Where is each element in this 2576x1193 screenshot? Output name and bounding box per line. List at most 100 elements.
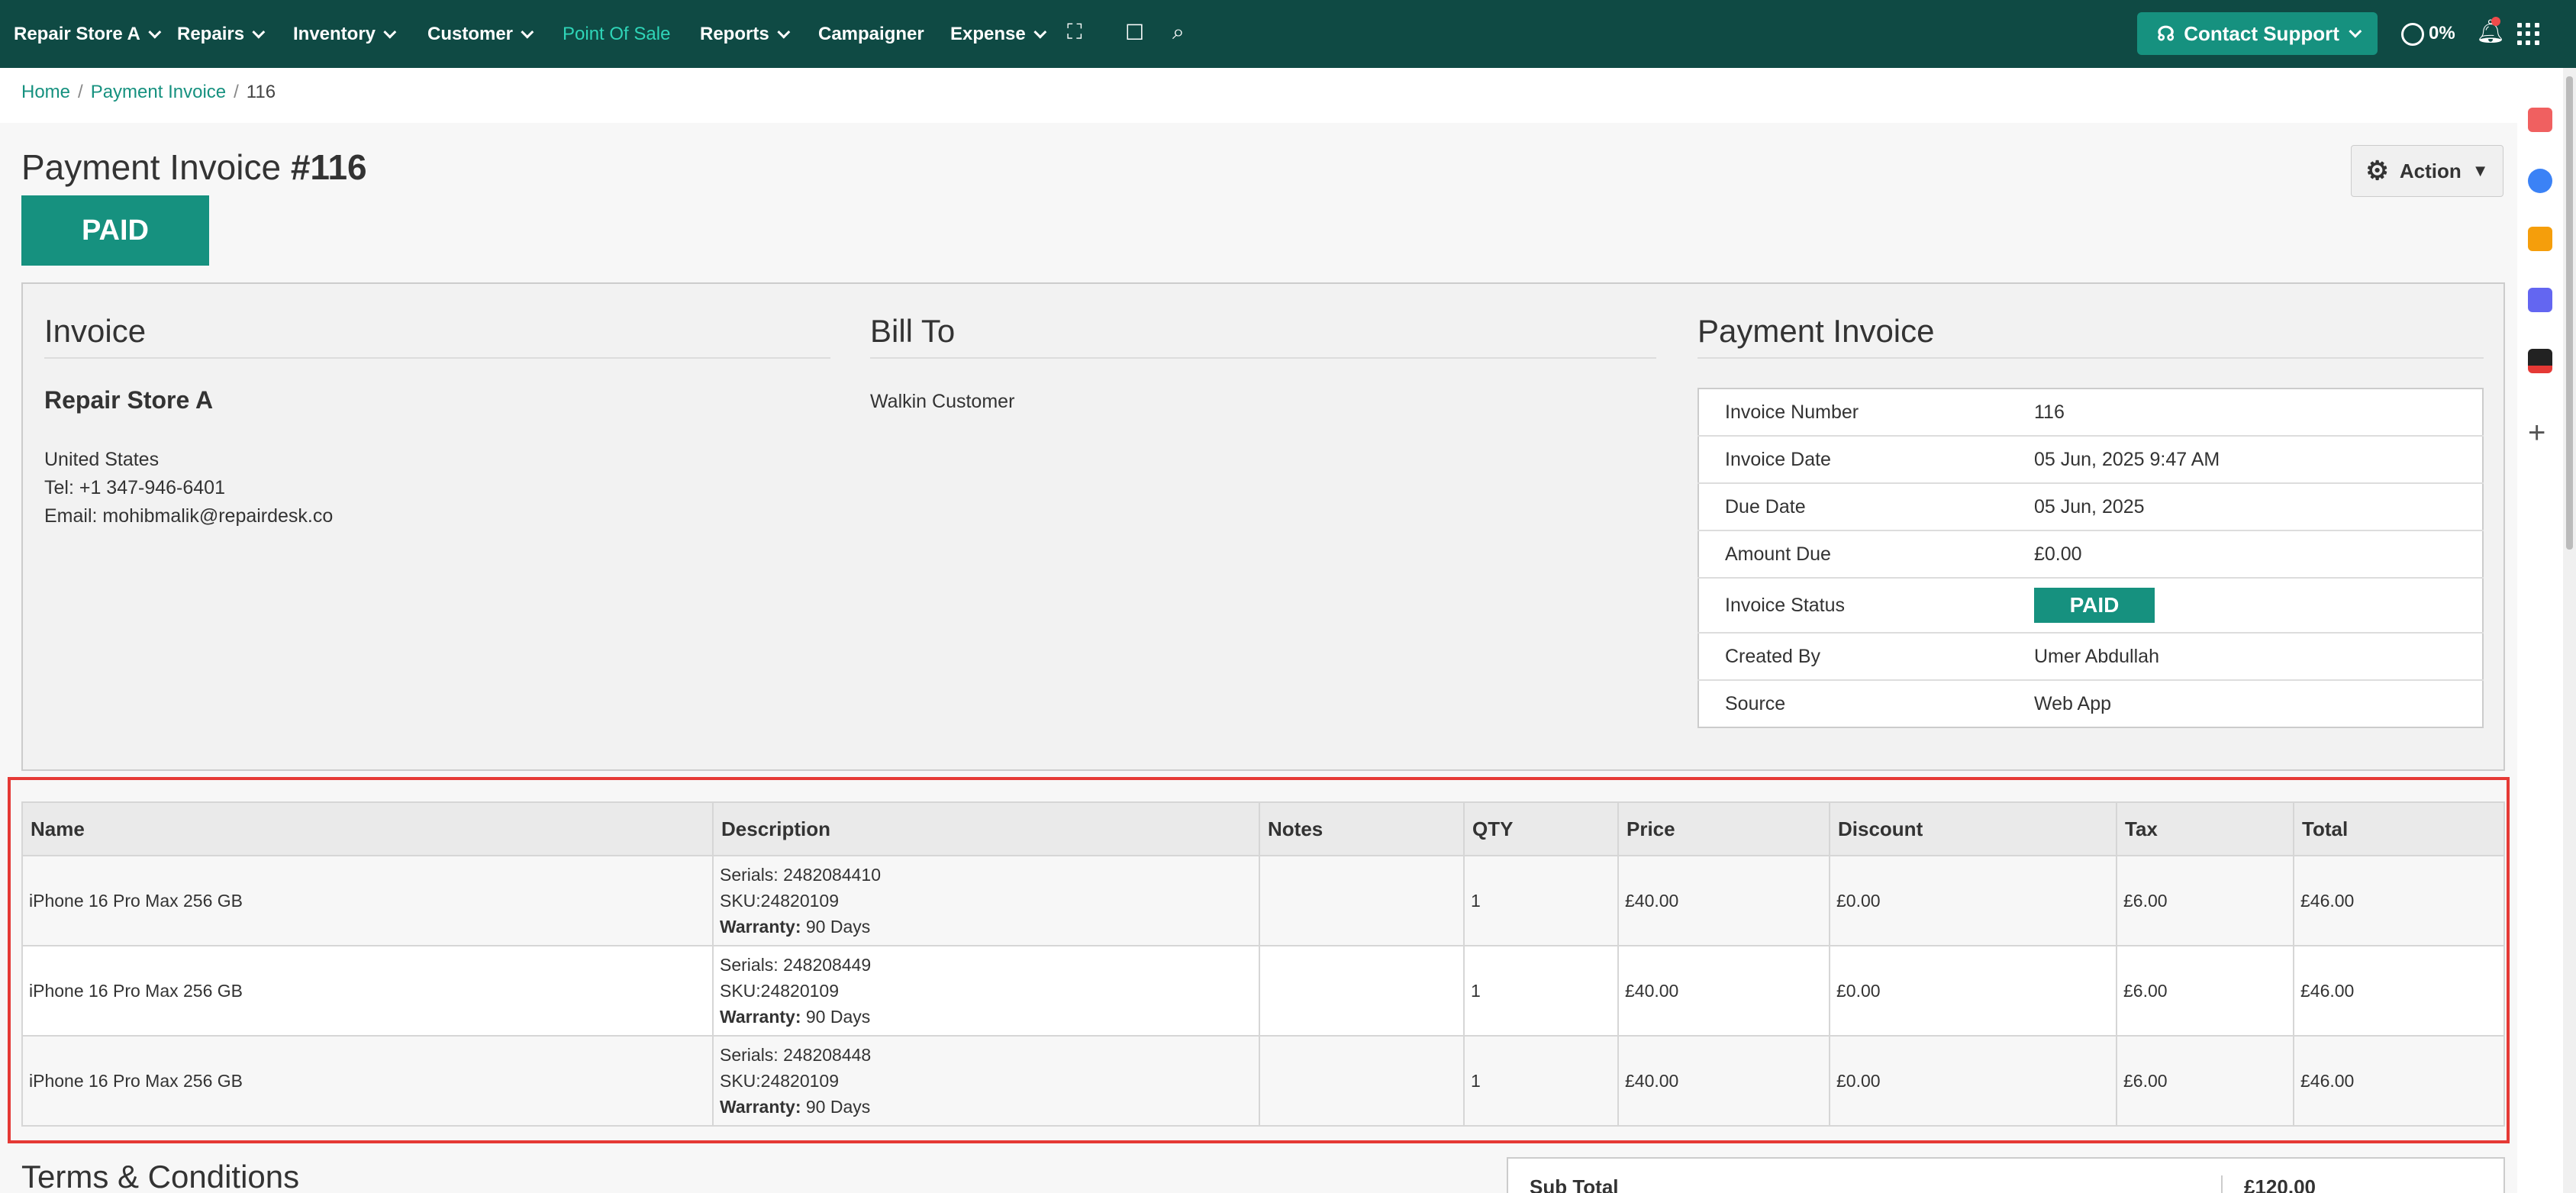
gear-icon: ⚙ <box>2365 156 2389 185</box>
terms-heading: Terms & Conditions <box>21 1159 300 1193</box>
breadcrumb-payment-invoice-link[interactable]: Payment Invoice <box>91 82 226 103</box>
table-row: Source Web App <box>1698 679 2483 727</box>
col-header-total: Total <box>2293 801 2505 856</box>
page-title-prefix: Payment Invoice <box>21 147 282 187</box>
plus-icon[interactable]: + <box>2528 416 2545 450</box>
notification-dot <box>2491 17 2500 26</box>
sub-total-value: £120.00 <box>2221 1175 2316 1193</box>
item-price: £40.00 <box>1617 855 1830 946</box>
chevron-down-icon <box>148 25 162 39</box>
nav-inventory[interactable]: Inventory <box>293 0 397 68</box>
item-sku: SKU:24820109 <box>720 1071 840 1091</box>
page-title-number: #116 <box>290 147 367 187</box>
nav-repairs[interactable]: Repairs <box>177 0 266 68</box>
warranty-value: 90 Days <box>805 917 871 937</box>
page-title: Payment Invoice #116 <box>21 147 367 188</box>
chat-icon[interactable]: ☐ <box>1125 20 1144 45</box>
item-tax: £6.00 <box>2116 855 2294 946</box>
chat-bubble-icon[interactable] <box>2528 169 2552 193</box>
nav-reports[interactable]: Reports <box>700 0 791 68</box>
item-sku: SKU:24820109 <box>720 981 840 1001</box>
table-row: Due Date 05 Jun, 2025 <box>1698 482 2483 530</box>
nav-point-of-sale[interactable]: Point Of Sale <box>563 0 670 68</box>
shield-icon[interactable] <box>2528 288 2552 312</box>
items-table: Name Description Notes QTY Price Discoun… <box>21 801 2505 1127</box>
invoice-number-label: Invoice Number <box>1725 401 1859 423</box>
invoice-email: Email: mohibmalik@repairdesk.co <box>44 505 334 527</box>
item-description: Serials: 248208448 SKU:24820109 Warranty… <box>712 1035 1260 1127</box>
invoice-tel: Tel: +1 347-946-6401 <box>44 477 225 498</box>
invoice-card: Invoice Repair Store A United States Tel… <box>21 282 2505 771</box>
action-button-label: Action <box>2399 159 2462 182</box>
table-row: Invoice Date 05 Jun, 2025 9:47 AM <box>1698 435 2483 483</box>
totals-box: Sub Total £120.00 <box>1507 1157 2505 1193</box>
item-serials: Serials: 248208449 <box>720 955 872 975</box>
warranty-value: 90 Days <box>805 1097 871 1117</box>
gift-icon[interactable] <box>2528 108 2552 132</box>
item-discount: £0.00 <box>1829 1035 2117 1127</box>
action-button[interactable]: ⚙ Action ▼ <box>2351 145 2503 197</box>
invoice-date-label: Invoice Date <box>1698 435 2034 483</box>
payment-invoice-table: Invoice Number 116 Invoice Date 05 Jun, … <box>1697 388 2484 728</box>
store-selector[interactable]: Repair Store A <box>14 0 162 68</box>
contact-support-button[interactable]: ☊ Contact Support <box>2137 12 2378 55</box>
item-qty: 1 <box>1463 855 1619 946</box>
right-sidebar: + <box>2517 68 2563 1193</box>
breadcrumb-bar: Home / Payment Invoice / 116 <box>0 68 2517 123</box>
source-label: Source <box>1698 679 2034 727</box>
table-row: Invoice Status PAID <box>1698 577 2483 633</box>
table-row: Invoice Number 116 <box>1698 389 2483 436</box>
nav-campaigner-label: Campaigner <box>818 23 924 44</box>
breadcrumb-home-link[interactable]: Home <box>21 82 70 103</box>
apps-grid-icon[interactable] <box>2517 23 2540 46</box>
item-total: £46.00 <box>2293 945 2505 1037</box>
bill-to-name: Walkin Customer <box>870 391 1015 412</box>
table-header-row: Name Description Notes QTY Price Discoun… <box>21 801 2505 856</box>
nav-campaigner[interactable]: Campaigner <box>818 0 924 68</box>
sub-total-label: Sub Total <box>1530 1175 1619 1193</box>
card-icon[interactable] <box>2528 349 2552 373</box>
bill-to-heading: Bill To <box>870 313 1656 359</box>
chevron-down-icon <box>777 25 791 39</box>
item-serials: Serials: 248208448 <box>720 1045 872 1065</box>
contact-support-label: Contact Support <box>2184 21 2339 45</box>
nav-repairs-label: Repairs <box>177 23 245 44</box>
item-name: iPhone 16 Pro Max 256 GB <box>21 1035 714 1127</box>
invoice-status-label: Invoice Status <box>1698 577 2034 633</box>
chevron-down-icon <box>521 25 534 39</box>
caret-down-icon: ▼ <box>2471 161 2489 180</box>
top-navbar: Repair Store A Repairs Inventory Custome… <box>0 0 2576 68</box>
search-icon[interactable]: ⌕ <box>1172 20 1185 45</box>
nav-expense[interactable]: Expense <box>950 0 1047 68</box>
col-header-notes: Notes <box>1259 801 1465 856</box>
due-date-value: 05 Jun, 2025 <box>2034 482 2483 530</box>
col-header-price: Price <box>1617 801 1830 856</box>
warranty-value: 90 Days <box>805 1007 871 1027</box>
created-by-value: Umer Abdullah <box>2034 632 2483 680</box>
item-notes <box>1259 855 1465 946</box>
note-icon[interactable] <box>2528 227 2552 251</box>
nav-point-of-sale-label: Point Of Sale <box>563 23 671 44</box>
table-row: iPhone 16 Pro Max 256 GB Serials: 248208… <box>21 1035 2505 1127</box>
item-warranty: Warranty: 90 Days <box>720 1004 1259 1030</box>
table-row: Amount Due £0.00 <box>1698 530 2483 578</box>
item-warranty: Warranty: 90 Days <box>720 914 1259 940</box>
item-tax: £6.00 <box>2116 1035 2294 1127</box>
item-sku: SKU:24820109 <box>720 891 840 911</box>
nav-customer[interactable]: Customer <box>427 0 534 68</box>
col-header-qty: QTY <box>1463 801 1619 856</box>
scan-icon[interactable]: ⛶ <box>1067 20 1082 45</box>
store-name-label: Repair Store A <box>14 23 140 44</box>
table-row: iPhone 16 Pro Max 256 GB Serials: 248208… <box>21 945 2505 1037</box>
item-tax: £6.00 <box>2116 945 2294 1037</box>
chevron-down-icon <box>1033 25 1047 39</box>
bell-icon[interactable]: 🔔︎ <box>2476 18 2505 45</box>
item-discount: £0.00 <box>1829 855 2117 946</box>
scrollbar-thumb[interactable] <box>2566 76 2573 550</box>
progress-percent: 0% <box>2429 23 2455 44</box>
item-warranty: Warranty: 90 Days <box>720 1094 1259 1120</box>
col-header-tax: Tax <box>2116 801 2294 856</box>
progress-circle-icon[interactable] <box>2401 23 2424 46</box>
chevron-down-icon <box>2349 24 2362 38</box>
invoice-number-value: 116 <box>2034 401 2065 423</box>
